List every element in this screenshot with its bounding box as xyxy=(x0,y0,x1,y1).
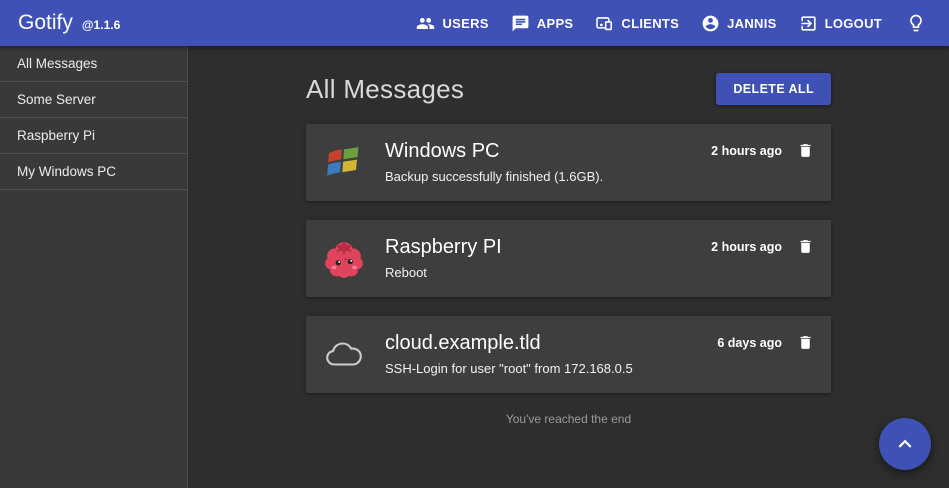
message-body: SSH-Login for user "root" from 172.168.0… xyxy=(385,361,717,376)
delete-all-button[interactable]: DELETE ALL xyxy=(716,73,831,105)
message-card: Raspberry PI Reboot 2 hours ago xyxy=(306,220,831,297)
message-title: cloud.example.tld xyxy=(385,332,717,355)
sidebar-item-label: Some Server xyxy=(17,92,96,107)
delete-message-button[interactable] xyxy=(795,332,816,353)
message-content: Windows PC Backup successfully finished … xyxy=(385,137,711,186)
apps-icon xyxy=(511,14,530,33)
message-meta: 2 hours ago xyxy=(711,236,816,257)
sidebar-item-all-messages[interactable]: All Messages xyxy=(0,46,187,82)
sidebar-item-some-server[interactable]: Some Server xyxy=(0,82,187,118)
message-meta: 6 days ago xyxy=(717,332,816,353)
theme-toggle-button[interactable] xyxy=(897,5,935,41)
message-title: Raspberry PI xyxy=(385,236,711,259)
lightbulb-icon xyxy=(906,13,926,33)
message-body: Backup successfully finished (1.6GB). xyxy=(385,169,711,184)
message-meta: 2 hours ago xyxy=(711,140,816,161)
trash-icon xyxy=(797,243,814,258)
message-body: Reboot xyxy=(385,265,711,280)
nav-clients-button[interactable]: CLIENTS xyxy=(584,6,690,41)
brand[interactable]: Gotify @1.1.6 xyxy=(18,11,120,35)
message-card: cloud.example.tld SSH-Login for user "ro… xyxy=(306,316,831,393)
message-timestamp: 2 hours ago xyxy=(711,144,782,158)
message-content: Raspberry PI Reboot xyxy=(385,233,711,282)
nav-logout-label: LOGOUT xyxy=(825,16,882,31)
message-title: Windows PC xyxy=(385,140,711,163)
sidebar-item-my-windows-pc[interactable]: My Windows PC xyxy=(0,154,187,190)
cloud-icon xyxy=(323,333,365,375)
nav-apps-label: APPS xyxy=(537,16,574,31)
navbar-actions: USERS APPS CLIENTS JANNIS xyxy=(405,5,935,41)
content-header: All Messages DELETE ALL xyxy=(306,73,831,105)
nav-apps-button[interactable]: APPS xyxy=(500,6,585,41)
chevron-up-icon xyxy=(892,431,918,457)
brand-name: Gotify xyxy=(18,11,73,35)
top-navbar: Gotify @1.1.6 USERS APPS CLIENTS xyxy=(0,0,949,46)
sidebar-item-label: My Windows PC xyxy=(17,164,116,179)
clients-icon xyxy=(595,14,614,33)
message-timestamp: 2 hours ago xyxy=(711,240,782,254)
trash-icon xyxy=(797,147,814,162)
nav-users-button[interactable]: USERS xyxy=(405,6,499,41)
raspberry-logo-icon xyxy=(323,237,365,279)
message-card: Windows PC Backup successfully finished … xyxy=(306,124,831,201)
end-of-list-text: You've reached the end xyxy=(306,412,831,426)
nav-user-button[interactable]: JANNIS xyxy=(690,6,787,41)
message-content: cloud.example.tld SSH-Login for user "ro… xyxy=(385,329,717,378)
trash-icon xyxy=(797,339,814,354)
scroll-to-top-button[interactable] xyxy=(879,418,931,470)
nav-user-label: JANNIS xyxy=(727,16,776,31)
nav-clients-label: CLIENTS xyxy=(621,16,679,31)
sidebar-item-raspberry-pi[interactable]: Raspberry Pi xyxy=(0,118,187,154)
sidebar-item-label: All Messages xyxy=(17,56,97,71)
message-timestamp: 6 days ago xyxy=(717,336,782,350)
nav-users-label: USERS xyxy=(442,16,488,31)
sidebar: All Messages Some Server Raspberry Pi My… xyxy=(0,46,188,488)
sidebar-item-label: Raspberry Pi xyxy=(17,128,95,143)
windows-logo-icon xyxy=(323,141,365,183)
main-area: All Messages DELETE ALL Windows PC Backu… xyxy=(188,46,949,488)
nav-logout-button[interactable]: LOGOUT xyxy=(788,6,893,41)
delete-message-button[interactable] xyxy=(795,140,816,161)
account-icon xyxy=(701,14,720,33)
brand-version: @1.1.6 xyxy=(82,18,120,32)
delete-message-button[interactable] xyxy=(795,236,816,257)
page-title: All Messages xyxy=(306,74,464,105)
users-icon xyxy=(416,14,435,33)
logout-icon xyxy=(799,14,818,33)
